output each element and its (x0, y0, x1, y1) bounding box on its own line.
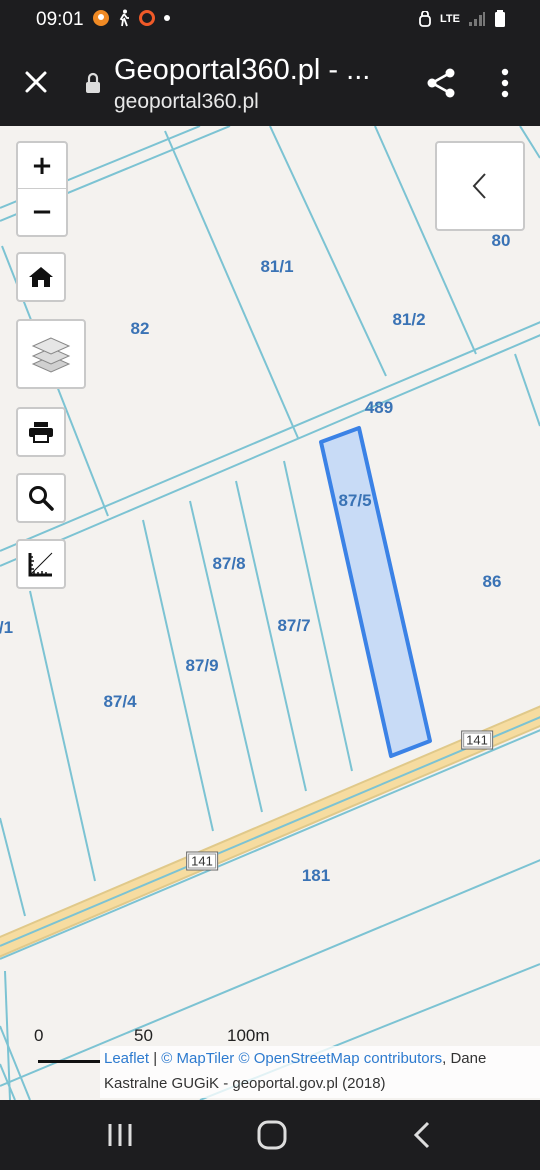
parcel-label-181[interactable]: 181 (302, 866, 330, 886)
parcel-label-87-5[interactable]: 87/5 (338, 491, 371, 511)
parcel-label-489[interactable]: 489 (365, 398, 393, 418)
circle-icon (139, 10, 155, 26)
signal-icon (469, 12, 485, 26)
status-bar: 09:01 LTE (0, 0, 540, 40)
map-attribution: Leaflet | © MapTiler © OpenStreetMap con… (100, 1046, 540, 1098)
layers-icon (31, 337, 71, 373)
parcel-label-1[interactable]: /1 (0, 618, 13, 638)
measure-icon (28, 552, 53, 577)
print-button[interactable] (16, 407, 66, 457)
parcel-label-87-9[interactable]: 87/9 (185, 656, 218, 676)
osm-link[interactable]: © OpenStreetMap contributors (238, 1050, 442, 1067)
search-button[interactable] (16, 473, 66, 523)
dot-icon (164, 15, 170, 21)
parcel-label-81-2[interactable]: 81/2 (392, 310, 425, 330)
app-bar: Geoportal360.pl - ... geoportal360.pl (0, 40, 540, 126)
notification-icon (93, 10, 109, 26)
parcel-label-86[interactable]: 86 (483, 572, 502, 592)
zoom-control: + − (16, 141, 68, 237)
status-icons-left (92, 9, 172, 27)
home-button[interactable] (16, 252, 66, 302)
system-nav-bar (0, 1100, 540, 1170)
print-icon (29, 422, 53, 443)
parcel-label-87-4[interactable]: 87/4 (103, 692, 136, 712)
page-url: geoportal360.pl (114, 90, 259, 113)
scale-label-50: 50 (134, 1026, 153, 1045)
home-icon (29, 267, 53, 287)
map-view[interactable]: 81/1 81/2 80 82 489 87/5 87/8 86 /1 87/7… (0, 126, 540, 1100)
measure-button[interactable] (16, 539, 66, 589)
parcel-label-80[interactable]: 80 (492, 231, 511, 251)
walk-icon (119, 9, 129, 27)
parcel-label-87-7[interactable]: 87/7 (277, 616, 310, 636)
back-icon[interactable] (402, 1118, 442, 1152)
road-shield: 141 (186, 851, 218, 871)
recent-apps-icon[interactable] (100, 1118, 140, 1152)
battery-icon (495, 10, 505, 27)
more-options-icon[interactable] (492, 66, 518, 100)
scale-label-100: 100m (227, 1026, 270, 1045)
home-nav-icon[interactable] (252, 1118, 292, 1152)
attribution-separator: | (153, 1050, 158, 1067)
leaflet-link[interactable]: Leaflet (104, 1050, 149, 1067)
lock-icon (86, 72, 100, 93)
collapse-panel-button[interactable] (435, 141, 525, 231)
page-title: Geoportal360.pl - ... (114, 54, 371, 86)
scale-line (38, 1060, 100, 1063)
status-icons-right: LTE (418, 10, 506, 28)
parcel-label-82[interactable]: 82 (131, 319, 150, 339)
maptiler-link[interactable]: © MapTiler (161, 1050, 234, 1067)
road-shield: 141 (461, 730, 493, 750)
network-type: LTE (440, 13, 460, 25)
zoom-in-button[interactable]: + (18, 143, 66, 189)
chevron-left-icon (472, 173, 486, 199)
layers-button[interactable] (16, 319, 86, 389)
search-icon (29, 486, 54, 511)
parcel-label-81-1[interactable]: 81/1 (260, 257, 293, 277)
scale-label-0: 0 (34, 1026, 44, 1045)
parcel-label-87-8[interactable]: 87/8 (212, 554, 245, 574)
alarm-icon (419, 11, 431, 27)
close-icon[interactable] (18, 64, 54, 100)
status-time: 09:01 (36, 9, 84, 30)
share-icon[interactable] (424, 66, 458, 100)
zoom-out-button[interactable]: − (18, 189, 66, 234)
